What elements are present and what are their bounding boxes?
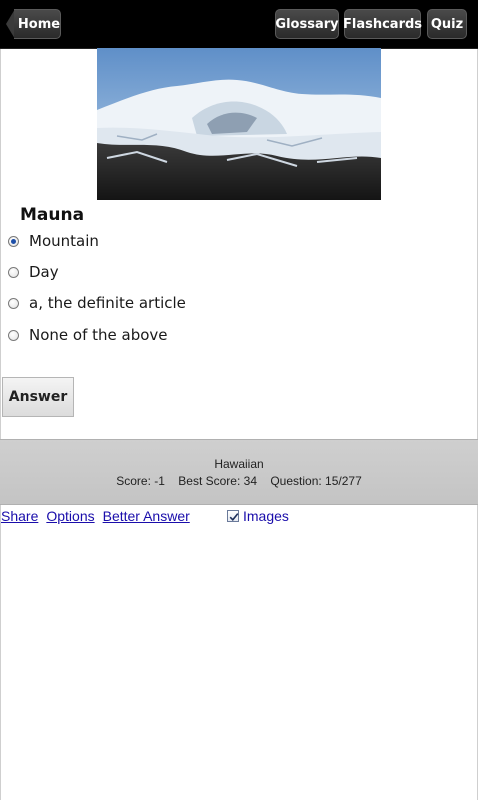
images-checkbox[interactable] [227, 510, 239, 522]
share-link[interactable]: Share [1, 508, 38, 524]
option-definite-article[interactable]: a, the definite article [8, 292, 186, 314]
radio-icon[interactable] [8, 297, 19, 309]
home-button[interactable]: Home [14, 9, 61, 39]
top-nav-bar: Home Glossary Flashcards Quiz [0, 0, 478, 49]
language-label: Hawaiian [214, 457, 264, 471]
option-none-of-the-above[interactable]: None of the above [8, 324, 168, 346]
frame-left-edge [0, 48, 1, 800]
images-label: Images [243, 508, 289, 524]
answer-button[interactable]: Answer [2, 377, 74, 417]
images-toggle[interactable]: Images [227, 507, 289, 525]
option-label: Mountain [29, 232, 99, 250]
score-line: Score: -1 Best Score: 34 Question: 15/27… [0, 474, 478, 488]
option-mountain[interactable]: Mountain [8, 230, 99, 252]
radio-icon[interactable] [8, 266, 19, 278]
status-panel: Hawaiian Score: -1 Best Score: 34 Questi… [0, 439, 478, 505]
question-progress: Question: 15/277 [270, 474, 362, 488]
frame-right-edge [477, 48, 478, 800]
bottom-links: Share Options Better Answer [1, 507, 198, 525]
glossary-button[interactable]: Glossary [275, 9, 339, 39]
option-label: None of the above [29, 326, 168, 344]
option-label: Day [29, 263, 59, 281]
options-link[interactable]: Options [46, 508, 94, 524]
radio-icon[interactable] [8, 329, 19, 341]
score-value: Score: -1 [116, 474, 165, 488]
best-score-value: Best Score: 34 [178, 474, 257, 488]
option-day[interactable]: Day [8, 261, 59, 283]
better-answer-link[interactable]: Better Answer [103, 508, 190, 524]
term-photo [97, 48, 381, 200]
quiz-button[interactable]: Quiz [427, 9, 467, 39]
checkmark-icon [229, 513, 239, 521]
radio-selected-icon[interactable] [8, 235, 19, 247]
flashcards-button[interactable]: Flashcards [343, 9, 422, 39]
option-label: a, the definite article [29, 294, 186, 312]
quiz-term: Mauna [20, 205, 85, 225]
snowy-mountain-image [97, 48, 381, 200]
